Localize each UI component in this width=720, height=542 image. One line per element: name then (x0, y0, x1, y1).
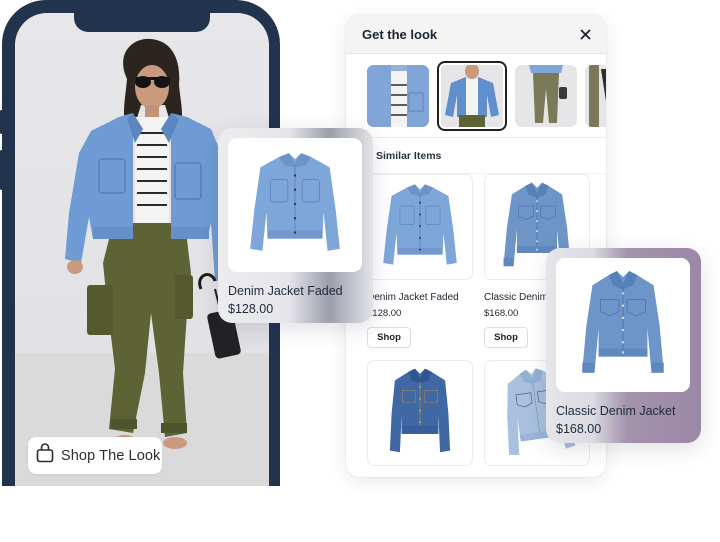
product-image-classic-denim-jacket (556, 258, 690, 392)
thumbnail-olive-cargo-pants[interactable] (515, 64, 577, 127)
product-price: $128.00 (367, 308, 402, 319)
floating-product-card[interactable]: Denim Jacket Faded $128.00 (218, 128, 373, 323)
shop-button[interactable]: Shop (484, 327, 528, 348)
shop-button[interactable]: Shop (367, 327, 411, 348)
product-image-denim-jacket-faded (228, 138, 362, 272)
phone-side-button (0, 110, 3, 134)
thumbnail-denim-jacket-outfit[interactable] (437, 60, 507, 131)
similar-item[interactable] (367, 360, 473, 466)
product-name: Denim Jacket Faded (367, 292, 459, 303)
look-thumbnails (346, 54, 606, 138)
similar-item[interactable]: Denim Jacket Faded $128.00 Shop (367, 174, 473, 348)
panel-title: Get the look (362, 26, 438, 42)
close-icon[interactable] (578, 27, 592, 41)
floating-product-card[interactable]: Classic Denim Jacket $168.00 (546, 248, 701, 443)
product-name: Classic Denim Jacket (556, 404, 676, 418)
product-image-denim-jacket-faded[interactable] (367, 174, 473, 280)
shop-the-look-label: Shop The Look (61, 447, 161, 464)
thumbnail-denim-jacket-closeup[interactable] (367, 64, 429, 127)
panel-header: Get the look (346, 15, 606, 54)
product-image-dark-denim-jacket[interactable] (367, 360, 473, 466)
shop-the-look-button[interactable]: Shop The Look (28, 437, 162, 474)
shopping-bag-icon (36, 443, 54, 468)
similar-items-heading: Similar Items (346, 138, 606, 174)
product-price: $128.00 (228, 302, 274, 316)
phone-notch (74, 12, 210, 32)
product-name: Denim Jacket Faded (228, 284, 343, 298)
thumbnail-black-handbag[interactable] (585, 64, 606, 127)
phone-side-button (0, 150, 3, 190)
product-price: $168.00 (556, 422, 602, 436)
